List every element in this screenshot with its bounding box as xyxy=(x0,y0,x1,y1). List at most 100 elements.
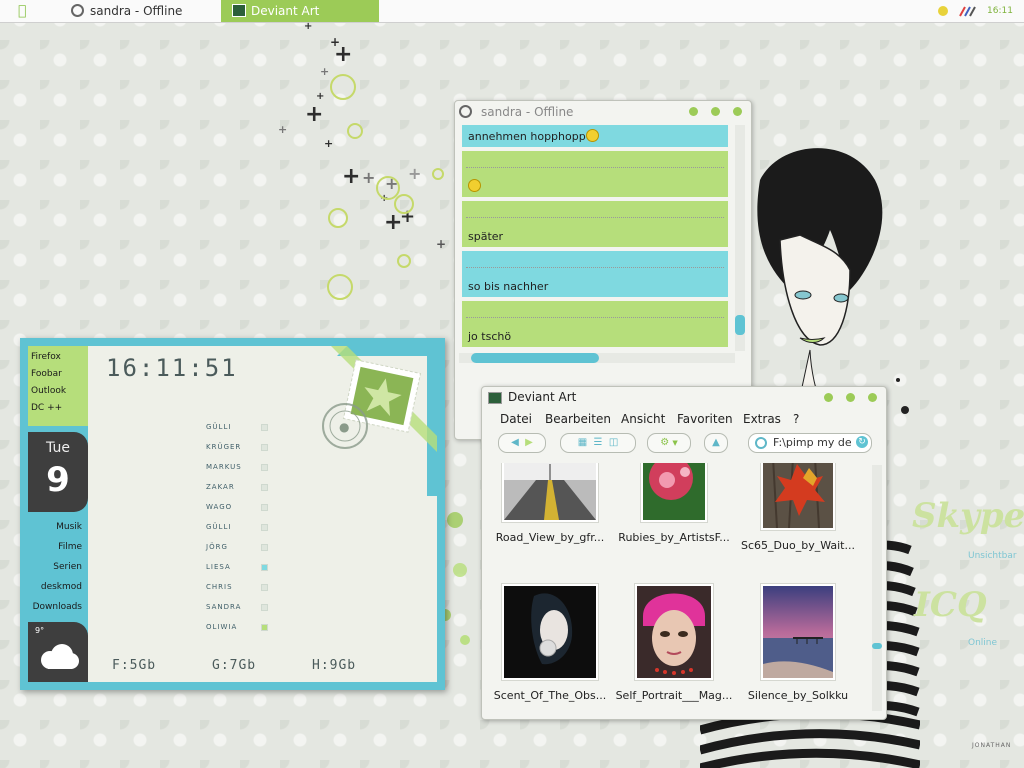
chat-message: annehmen hopphopp xyxy=(462,125,728,147)
window-zoom-button[interactable] xyxy=(846,393,855,402)
icq-widget-logo[interactable]: ICQ xyxy=(914,585,987,625)
contact-liesa[interactable]: LIESA xyxy=(206,563,231,571)
file-thumbnail xyxy=(501,463,599,523)
stamp-corner-decoration: ● xyxy=(322,346,437,496)
chat-message: jo tschö xyxy=(462,301,728,347)
contact-kruger[interactable]: KRÜGER xyxy=(206,443,241,451)
app-link-firefox[interactable]: Firefox xyxy=(31,352,61,362)
contact-gulli[interactable]: GÜLLI xyxy=(206,423,231,431)
file-name: Rubies_by_ArtistsF... xyxy=(618,531,730,544)
file-item[interactable]: Silence_by_Solkku xyxy=(736,583,860,702)
folder-link-filme[interactable]: Filme xyxy=(58,542,82,552)
window-zoom-button[interactable] xyxy=(711,107,720,116)
window-close-button[interactable] xyxy=(868,393,877,402)
skype-widget-logo[interactable]: Skype xyxy=(912,496,1024,536)
contact-gulli-2[interactable]: GÜLLI xyxy=(206,523,231,531)
eject-button[interactable]: ▲ xyxy=(704,433,728,453)
contact-sandra[interactable]: SANDRA xyxy=(206,603,241,611)
window-minimize-button[interactable] xyxy=(689,107,698,116)
menu-extras[interactable]: Extras xyxy=(743,412,781,426)
file-thumbnail xyxy=(760,463,836,531)
scrollbar-thumb[interactable] xyxy=(872,643,882,649)
contact-status-icon xyxy=(261,484,268,491)
portrait-pink-image xyxy=(637,586,711,678)
menu-bearbeiten[interactable]: Bearbeiten xyxy=(545,412,611,426)
status-ring-icon xyxy=(71,4,84,17)
file-thumbnail xyxy=(760,583,836,681)
scrollbar-thumb[interactable] xyxy=(735,315,745,335)
contact-oliwia[interactable]: OLIWIA xyxy=(206,623,237,631)
chat-message: später xyxy=(462,201,728,247)
menu-favoriten[interactable]: Favoriten xyxy=(677,412,733,426)
app-link-dc[interactable]: DC ++ xyxy=(31,403,62,413)
folder-link-downloads[interactable]: Downloads xyxy=(33,602,82,612)
app-link-outlook[interactable]: Outlook xyxy=(31,386,66,396)
contact-zakar[interactable]: ZAKAR xyxy=(206,483,235,491)
divider xyxy=(466,167,724,168)
chat-vertical-scrollbar[interactable] xyxy=(735,125,745,351)
drive-f-free[interactable]: F:5Gb xyxy=(112,658,156,673)
divider xyxy=(466,267,724,268)
explorer-window-title: Deviant Art xyxy=(508,390,577,404)
explorer-vertical-scrollbar[interactable] xyxy=(872,465,882,711)
chat-message xyxy=(462,151,728,197)
task-label: sandra - Offline xyxy=(90,4,183,18)
file-item[interactable]: Rubies_by_ArtistsF... xyxy=(612,463,736,544)
search-box: ↻ xyxy=(748,433,872,453)
icon-view-icon[interactable]: ▦ xyxy=(578,437,587,448)
message-body: annehmen hopphopp xyxy=(468,130,586,143)
cloud-icon xyxy=(41,644,79,669)
back-arrow-icon[interactable]: ◀ xyxy=(511,437,519,448)
menu-help[interactable]: ? xyxy=(793,412,799,426)
contact-status-icon xyxy=(261,564,268,571)
search-icon xyxy=(755,437,767,449)
scrollbar-thumb[interactable] xyxy=(471,353,599,363)
file-item[interactable]: Self_Portrait___Mag... xyxy=(612,583,736,702)
refresh-icon[interactable]: ↻ xyxy=(856,436,868,448)
chat-horizontal-scrollbar[interactable] xyxy=(459,353,735,363)
day-name: Tue xyxy=(46,440,70,456)
calendar-day: Tue 9 xyxy=(28,432,88,512)
tray-pens-icon[interactable] xyxy=(958,5,978,17)
task-button-deviant-art[interactable]: Deviant Art xyxy=(221,0,379,22)
list-view-icon[interactable]: ☰ xyxy=(594,437,603,448)
drive-h-free[interactable]: H:9Gb xyxy=(312,658,356,673)
skype-status: Unsichtbar xyxy=(968,551,1017,561)
window-minimize-button[interactable] xyxy=(824,393,833,402)
file-item[interactable]: Road_View_by_gfr... xyxy=(488,463,612,544)
top-menu-bar:  sandra - Offline Deviant Art 16:11 xyxy=(0,0,1024,23)
watermark-signature: JONATHAN xyxy=(972,742,1012,749)
action-menu-button[interactable]: ⚙ ▼ xyxy=(647,433,691,453)
explorer-window: Deviant Art Datei Bearbeiten Ansicht Fav… xyxy=(481,386,887,720)
nav-buttons: ◀ ▶ xyxy=(498,433,546,453)
task-button-skype-chat[interactable]: sandra - Offline xyxy=(66,0,216,22)
eject-icon: ▲ xyxy=(712,437,720,448)
contact-markus[interactable]: MARKUS xyxy=(206,463,242,471)
svg-text:●: ● xyxy=(339,420,349,434)
search-input[interactable] xyxy=(773,435,851,449)
tray-status-icon[interactable] xyxy=(938,6,948,16)
dock-main-area: 16:11:51 ● GÜLLI KRÜGER MARKUS ZAKAR WAG… xyxy=(88,346,437,682)
contact-wago[interactable]: WAGO xyxy=(206,503,232,511)
window-close-button[interactable] xyxy=(733,107,742,116)
view-mode-buttons: ▦ ☰ ◫ xyxy=(560,433,636,453)
folder-link-serien[interactable]: Serien xyxy=(53,562,82,572)
folder-link-musik[interactable]: Musik xyxy=(56,522,82,532)
menu-datei[interactable]: Datei xyxy=(500,412,532,426)
offline-status-icon xyxy=(459,105,472,118)
column-view-icon[interactable]: ◫ xyxy=(609,437,618,448)
apple-logo-icon[interactable]:  xyxy=(18,3,34,19)
chat-message: so bis nachher xyxy=(462,251,728,297)
file-item[interactable]: Scent_Of_The_Obs... xyxy=(488,583,612,702)
forward-arrow-icon[interactable]: ▶ xyxy=(525,437,533,448)
drive-g-free[interactable]: G:7Gb xyxy=(212,658,256,673)
menu-bar-clock[interactable]: 16:11 xyxy=(987,0,1013,22)
contact-jorg[interactable]: JÖRG xyxy=(206,543,228,551)
folder-link-deskmod[interactable]: deskmod xyxy=(41,582,82,592)
chat-window-title: sandra - Offline xyxy=(481,105,574,119)
contact-chris[interactable]: CHRIS xyxy=(206,583,233,591)
app-link-foobar[interactable]: Foobar xyxy=(31,369,62,379)
file-item[interactable]: Sc65_Duo_by_Wait... xyxy=(736,463,860,552)
message-text xyxy=(468,179,481,193)
menu-ansicht[interactable]: Ansicht xyxy=(621,412,665,426)
